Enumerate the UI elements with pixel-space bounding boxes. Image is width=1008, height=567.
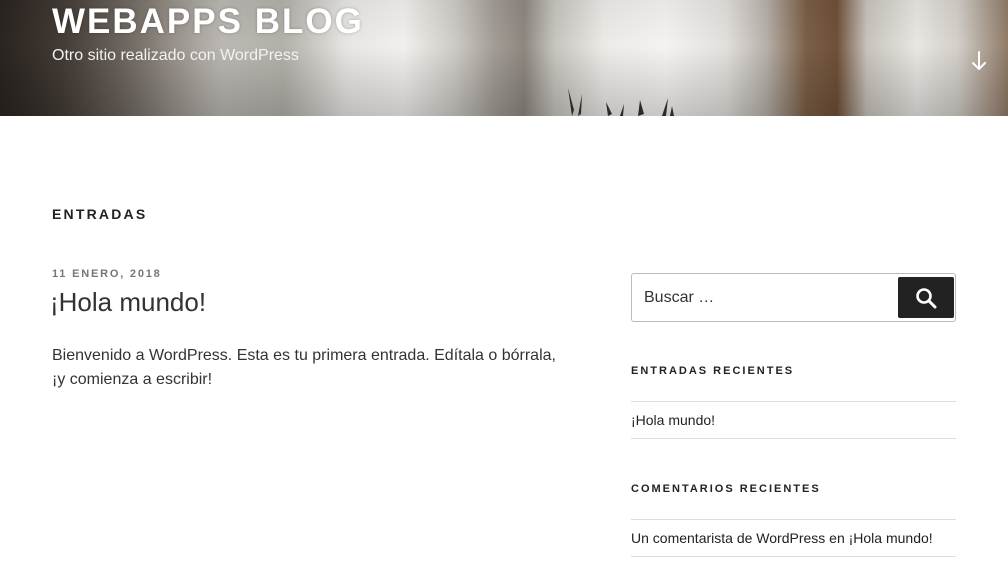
recent-posts-title: ENTRADAS RECIENTES xyxy=(631,365,795,377)
post-excerpt-line: ¡y comienza a escribir! xyxy=(52,371,213,388)
post-date[interactable]: 11 ENERO, 2018 xyxy=(52,268,162,280)
list-item: Un comentarista de WordPress en ¡Hola mu… xyxy=(631,519,956,557)
post-title-link[interactable]: ¡Hola mundo! xyxy=(50,287,206,318)
list-item: ¡Hola mundo! xyxy=(631,401,956,439)
site-header: WEBAPPS BLOG Otro sitio realizado con Wo… xyxy=(0,0,1008,116)
post-excerpt-line: Bienvenido a WordPress. Esta es tu prime… xyxy=(52,347,556,364)
recent-post-link[interactable]: ¡Hola mundo! xyxy=(631,412,715,428)
recent-comments-list: Un comentarista de WordPress en ¡Hola mu… xyxy=(631,519,956,557)
search-icon xyxy=(916,287,937,308)
scroll-down-button[interactable] xyxy=(966,48,992,74)
site-description: Otro sitio realizado con WordPress xyxy=(52,47,299,64)
arrow-down-icon xyxy=(972,51,986,70)
search-input[interactable] xyxy=(632,274,894,321)
search-form xyxy=(631,273,956,322)
comment-connector: en xyxy=(825,530,849,546)
plant-decoration xyxy=(568,88,674,116)
recent-posts-list: ¡Hola mundo! xyxy=(631,401,956,439)
comment-post-link[interactable]: ¡Hola mundo! xyxy=(849,530,933,546)
comment-author-link[interactable]: Un comentarista de WordPress xyxy=(631,530,825,546)
search-button[interactable] xyxy=(898,277,954,318)
post-excerpt: Bienvenido a WordPress. Esta es tu prime… xyxy=(52,344,592,392)
site-title[interactable]: WEBAPPS BLOG xyxy=(52,2,364,42)
recent-comments-title: COMENTARIOS RECIENTES xyxy=(631,483,821,495)
page-title: ENTRADAS xyxy=(52,206,148,222)
